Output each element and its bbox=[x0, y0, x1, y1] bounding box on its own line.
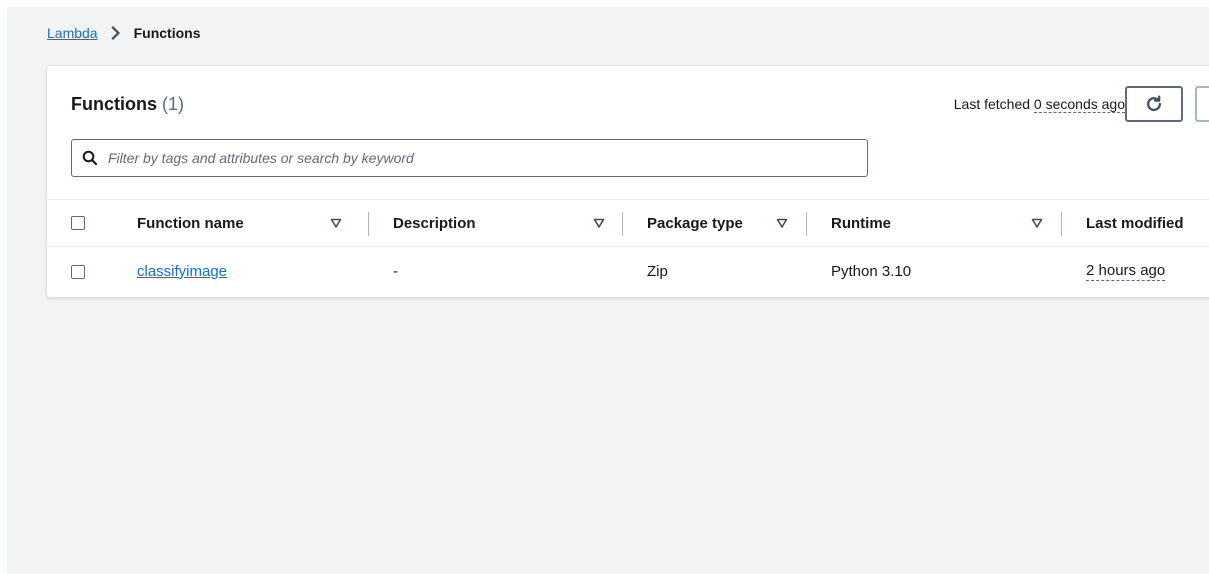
functions-count: (1) bbox=[162, 94, 185, 114]
refresh-icon bbox=[1147, 95, 1161, 111]
functions-table-container: Functions (1) Last fetched 0 seconds ago bbox=[46, 65, 1209, 298]
sort-icon[interactable] bbox=[593, 217, 605, 229]
refresh-button[interactable] bbox=[1125, 86, 1183, 122]
lambda-functions-page: Lambda Functions Functions (1) Last fetc… bbox=[7, 7, 1209, 574]
column-header-package-type[interactable]: Package type bbox=[647, 200, 743, 246]
runtime-cell: Python 3.10 bbox=[831, 263, 912, 280]
description-cell: - bbox=[393, 263, 398, 280]
last-modified-value[interactable]: 2 hours ago bbox=[1086, 262, 1166, 281]
breadcrumb-lambda-link[interactable]: Lambda bbox=[47, 25, 98, 41]
last-fetched-label: Last fetched bbox=[953, 96, 1031, 112]
row-select-cell bbox=[71, 247, 85, 296]
package-type-cell: Zip bbox=[647, 263, 668, 280]
sort-icon[interactable] bbox=[1031, 217, 1043, 229]
select-all-checkbox[interactable] bbox=[71, 216, 85, 230]
column-divider[interactable] bbox=[1061, 212, 1062, 236]
last-fetched: Last fetched 0 seconds ago bbox=[953, 96, 1125, 113]
function-name-link[interactable]: classifyimage bbox=[137, 263, 227, 280]
column-divider[interactable] bbox=[806, 212, 807, 236]
sort-icon[interactable] bbox=[776, 217, 788, 229]
column-header-function-name[interactable]: Function name bbox=[137, 200, 244, 246]
page-title: Functions (1) bbox=[71, 94, 184, 115]
table-header: Function name Description Package type R… bbox=[47, 199, 1209, 247]
row-checkbox[interactable] bbox=[71, 264, 85, 279]
breadcrumb-current: Functions bbox=[133, 25, 201, 41]
column-header-runtime[interactable]: Runtime bbox=[831, 200, 891, 246]
functions-title: Functions bbox=[71, 94, 157, 114]
table-row: classifyimage - Zip Python 3.10 2 hours … bbox=[47, 247, 1209, 296]
function-name-cell: classifyimage bbox=[137, 247, 227, 296]
chevron-right-icon bbox=[110, 26, 120, 40]
column-divider[interactable] bbox=[368, 212, 369, 236]
search-icon bbox=[82, 150, 98, 166]
last-fetched-value: 0 seconds ago bbox=[1033, 96, 1125, 113]
column-divider[interactable] bbox=[622, 212, 623, 236]
last-modified-cell: 2 hours ago bbox=[1086, 247, 1166, 296]
sort-icon[interactable] bbox=[330, 217, 342, 229]
actions-button[interactable] bbox=[1195, 86, 1209, 122]
column-header-description[interactable]: Description bbox=[393, 200, 476, 246]
select-all-cell bbox=[71, 200, 85, 246]
search-input[interactable] bbox=[106, 149, 867, 167]
search-field[interactable] bbox=[71, 139, 868, 177]
breadcrumb: Lambda Functions bbox=[47, 23, 200, 43]
column-header-last-modified[interactable]: Last modified bbox=[1086, 200, 1184, 246]
